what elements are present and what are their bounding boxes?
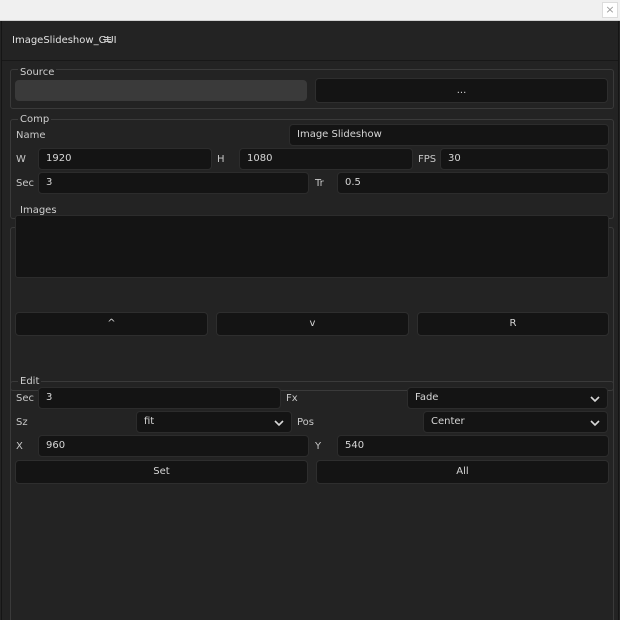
- comp-sec-label: Sec: [16, 178, 34, 189]
- edit-pos-value: Center: [431, 416, 465, 427]
- edit-sec-label: Sec: [16, 393, 34, 404]
- close-button[interactable]: ×: [602, 2, 618, 18]
- comp-name-label: Name: [16, 130, 46, 141]
- comp-height-label: H: [217, 154, 225, 165]
- comp-sec-field[interactable]: 3: [38, 172, 309, 194]
- chevron-down-icon: [590, 396, 600, 403]
- source-group-label: Source: [18, 67, 57, 78]
- edit-sz-select[interactable]: fit: [136, 411, 292, 433]
- comp-group-label: Comp: [18, 114, 52, 125]
- chevron-down-icon: [274, 420, 284, 427]
- edit-pos-select[interactable]: Center: [423, 411, 608, 433]
- edit-fx-select[interactable]: Fade: [407, 387, 608, 409]
- edit-sz-value: fit: [144, 416, 155, 427]
- comp-fps-label: FPS: [418, 154, 437, 165]
- comp-width-field[interactable]: 1920: [38, 148, 212, 170]
- close-icon: ×: [605, 3, 615, 16]
- comp-height-field[interactable]: 1080: [239, 148, 413, 170]
- comp-fps-field[interactable]: 30: [440, 148, 609, 170]
- images-list[interactable]: [15, 215, 609, 278]
- move-down-button[interactable]: v: [216, 312, 409, 336]
- edit-x-label: X: [16, 441, 23, 452]
- comp-name-field[interactable]: Image Slideshow: [289, 124, 609, 146]
- chevron-down-icon: [590, 420, 600, 427]
- comp-tr-field[interactable]: 0.5: [337, 172, 609, 194]
- edit-y-label: Y: [315, 441, 322, 452]
- edit-x-field[interactable]: 960: [38, 435, 309, 457]
- edit-fx-value: Fade: [415, 392, 439, 403]
- source-path-field[interactable]: [15, 80, 307, 101]
- panel-title: ImageSlideshow_GUI: [12, 35, 117, 46]
- set-button[interactable]: Set: [15, 460, 308, 484]
- panel-header: ImageSlideshow_GUI ≡: [2, 21, 618, 61]
- script-panel: ImageSlideshow_GUI ≡ Source ... Comp Nam…: [1, 21, 619, 620]
- remove-image-button[interactable]: R: [417, 312, 609, 336]
- apply-all-button[interactable]: All: [316, 460, 609, 484]
- window-titlebar: ×: [0, 0, 620, 21]
- edit-group-label: Edit: [18, 376, 42, 387]
- panel-menu-icon[interactable]: ≡: [103, 32, 115, 48]
- edit-pos-label: Pos: [297, 417, 315, 428]
- move-up-button[interactable]: ^: [15, 312, 208, 336]
- comp-width-label: W: [16, 154, 26, 165]
- edit-y-field[interactable]: 540: [337, 435, 609, 457]
- edit-fx-label: Fx: [286, 393, 298, 404]
- edit-sec-field[interactable]: 3: [38, 387, 281, 409]
- comp-tr-label: Tr: [315, 178, 324, 189]
- browse-button[interactable]: ...: [315, 78, 608, 103]
- edit-sz-label: Sz: [16, 417, 28, 428]
